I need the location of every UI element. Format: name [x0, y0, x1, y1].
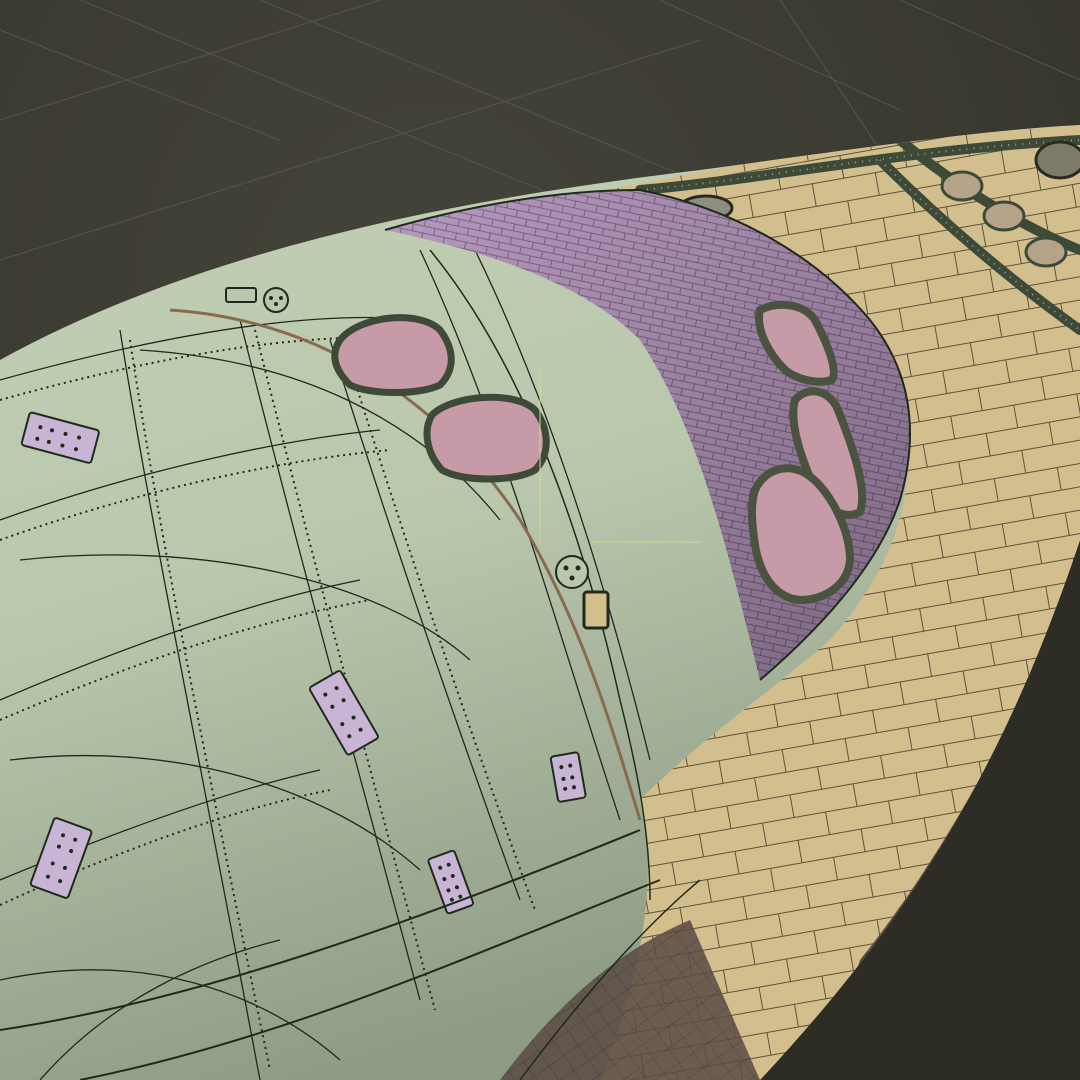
side-window-2[interactable] — [423, 393, 550, 483]
3d-viewport[interactable] — [0, 0, 1080, 1080]
side-window-1[interactable] — [331, 314, 455, 396]
model-render[interactable] — [0, 0, 1080, 1080]
